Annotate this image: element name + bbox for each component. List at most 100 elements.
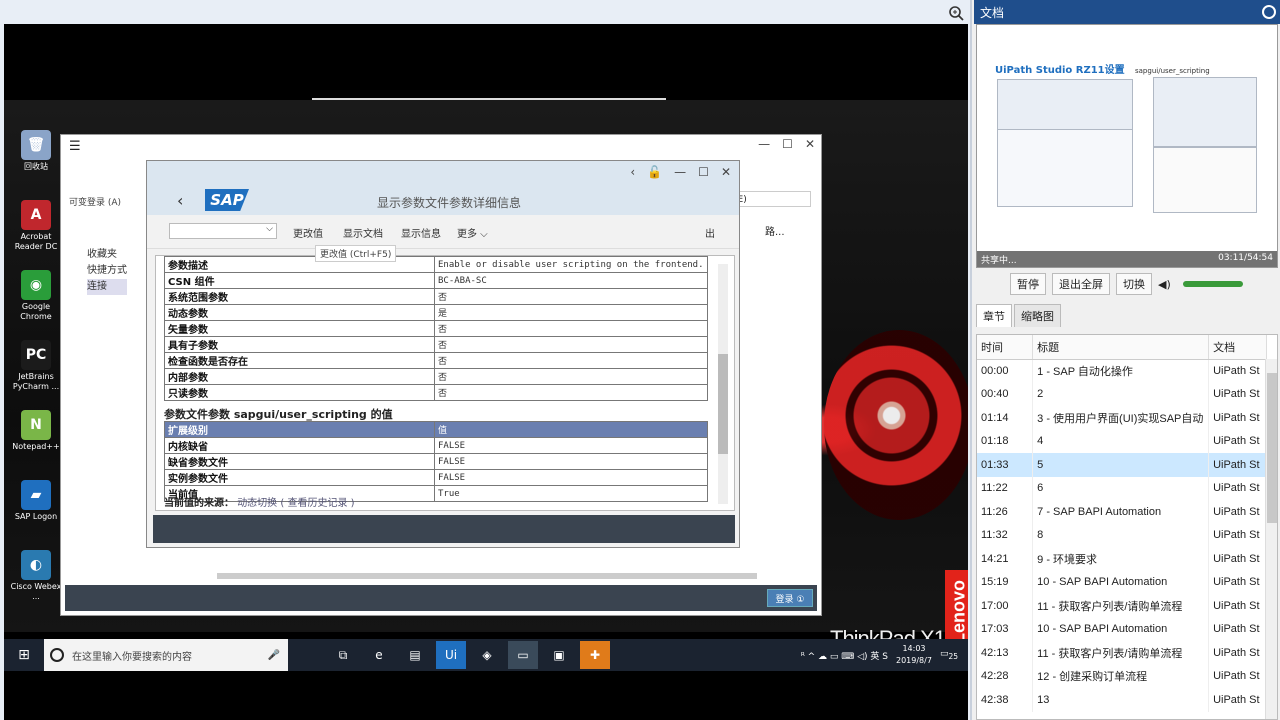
nav-favorites[interactable]: 收藏夹 bbox=[87, 247, 127, 263]
chapter-row[interactable]: 11:22 6 UiPath St bbox=[977, 476, 1267, 500]
table-row[interactable]: CSN 组件 BC-ABA-SC bbox=[164, 272, 708, 289]
preview-screenshot bbox=[997, 129, 1133, 207]
desktop-icon[interactable]: A Acrobat Reader DC bbox=[8, 196, 64, 266]
chapter-title: 9 - 环境要求 bbox=[1032, 547, 1210, 571]
chapter-row[interactable]: 42:13 11 - 获取客户列表/请购单流程 UiPath St bbox=[977, 641, 1267, 665]
table-row[interactable]: 具有子参数否 bbox=[164, 336, 708, 353]
taskbar-app-icon[interactable]: ✚ bbox=[580, 641, 610, 669]
row-value: BC-ABA-SC bbox=[434, 272, 708, 289]
maximize-icon[interactable]: ☐ bbox=[698, 165, 709, 179]
vertical-scrollbar[interactable] bbox=[1265, 359, 1277, 719]
close-icon[interactable]: ✕ bbox=[721, 165, 731, 179]
minimize-icon[interactable]: — bbox=[758, 137, 770, 151]
taskbar-clock[interactable]: 14:03 2019/8/7 bbox=[896, 643, 932, 667]
desktop-icon[interactable]: N Notepad++ bbox=[8, 406, 64, 476]
desktop-icon[interactable]: ◐ Cisco Webex ... bbox=[8, 546, 64, 616]
switch-button[interactable]: 切换 bbox=[1116, 273, 1152, 295]
chapter-document: UiPath St bbox=[1208, 688, 1267, 712]
nav-connections[interactable]: 连接 bbox=[87, 279, 127, 295]
logon-button[interactable]: 登录 ① bbox=[767, 589, 813, 607]
table-row[interactable]: 检查函数是否存在否 bbox=[164, 352, 708, 369]
menu-variable-logon[interactable]: 可变登录 (A) bbox=[69, 195, 121, 208]
display-info-button[interactable]: 显示信息 bbox=[401, 225, 441, 240]
side-panel: 文档 UiPath Studio RZ11设置 sapgui/user_scri… bbox=[974, 0, 1280, 720]
volume-slider[interactable] bbox=[1182, 281, 1243, 287]
command-field[interactable]: ⌵ bbox=[169, 223, 277, 239]
table-row[interactable]: 缺省参数文件 FALSE bbox=[164, 453, 708, 470]
windows-start-icon[interactable]: ⊞ bbox=[4, 647, 44, 663]
table-row[interactable]: 动态参数是 bbox=[164, 304, 708, 321]
chapter-row[interactable]: 42:38 13 UiPath St bbox=[977, 688, 1267, 712]
table-row[interactable]: 只读参数否 bbox=[164, 384, 708, 401]
column-title[interactable]: 标题 bbox=[1032, 335, 1210, 360]
pause-button[interactable]: 暂停 bbox=[1010, 273, 1046, 295]
horizontal-scrollbar[interactable] bbox=[217, 573, 757, 579]
desktop-icon[interactable]: ▰ SAP Logon bbox=[8, 476, 64, 546]
maximize-icon[interactable]: ☐ bbox=[782, 137, 793, 151]
taskbar-app-icon[interactable]: ▭ bbox=[508, 641, 538, 669]
document-header: 文档 bbox=[974, 0, 1280, 24]
more-menu-button[interactable]: 更多 ⌵ bbox=[457, 225, 488, 240]
nav-shortcuts[interactable]: 快捷方式 bbox=[87, 263, 127, 279]
desktop-icon[interactable]: PC JetBrains PyCharm ... bbox=[8, 336, 64, 406]
lock-icon[interactable]: 🔓 bbox=[647, 165, 662, 179]
zoom-icon[interactable] bbox=[1262, 5, 1276, 19]
chapter-row[interactable]: 11:32 8 UiPath St bbox=[977, 523, 1267, 547]
zoom-icon[interactable] bbox=[948, 5, 964, 21]
chapter-row[interactable]: 00:00 1 - SAP 自动化操作 UiPath St bbox=[977, 359, 1267, 383]
volume-icon[interactable]: ◀) bbox=[1158, 278, 1171, 291]
desktop-icon[interactable]: 🗑 回收站 bbox=[8, 126, 64, 196]
scrollbar-thumb[interactable] bbox=[718, 354, 728, 454]
tray-icons[interactable]: ᴿ ^ ☁ ▭ ⌨ ◁) 英 S bbox=[801, 649, 888, 662]
section-title: 参数文件参数 sapgui/user_scripting 的值 bbox=[164, 408, 393, 421]
chapter-row[interactable]: 42:28 12 - 创建采购订单流程 UiPath St bbox=[977, 664, 1267, 688]
chevron-left-icon[interactable]: ‹ bbox=[630, 165, 635, 179]
row-label: CSN 组件 bbox=[164, 272, 435, 289]
taskbar-app-icon[interactable]: ◈ bbox=[472, 641, 502, 669]
close-icon[interactable]: ✕ bbox=[805, 137, 815, 151]
minimize-icon[interactable]: — bbox=[674, 165, 686, 179]
view-history-link[interactable]: ( 查看历史记录 ) bbox=[280, 498, 354, 509]
chapter-row[interactable]: 17:00 11 - 获取客户列表/请购单流程 UiPath St bbox=[977, 594, 1267, 618]
table-row[interactable]: 参数描述 Enable or disable user scripting on … bbox=[164, 256, 708, 273]
taskbar-app-icon[interactable]: ▤ bbox=[400, 641, 430, 669]
chapter-row[interactable]: 11:26 7 - SAP BAPI Automation UiPath St bbox=[977, 500, 1267, 524]
hamburger-icon[interactable]: ☰ bbox=[69, 139, 81, 154]
column-time[interactable]: 时间 bbox=[977, 335, 1034, 360]
chapter-row[interactable]: 01:18 4 UiPath St bbox=[977, 429, 1267, 453]
desktop-icon[interactable]: ◉ Google Chrome bbox=[8, 266, 64, 336]
taskbar-app-icon[interactable]: Ui bbox=[436, 641, 466, 669]
taskbar-app-icon[interactable]: e bbox=[364, 641, 394, 669]
clock-date: 2019/8/7 bbox=[896, 656, 932, 665]
document-preview[interactable]: UiPath Studio RZ11设置 sapgui/user_scripti… bbox=[976, 24, 1278, 268]
table-row[interactable]: 扩展级别值 bbox=[164, 421, 708, 438]
exit-fullscreen-button[interactable]: 退出全屏 bbox=[1052, 273, 1110, 295]
chapter-row[interactable]: 01:33 5 UiPath St bbox=[977, 453, 1267, 477]
microphone-icon[interactable]: 🎤 bbox=[268, 650, 280, 661]
chapter-row[interactable]: 17:03 10 - SAP BAPI Automation UiPath St bbox=[977, 617, 1267, 641]
scrollbar-thumb[interactable] bbox=[1267, 373, 1277, 523]
chapter-row[interactable]: 15:19 10 - SAP BAPI Automation UiPath St bbox=[977, 570, 1267, 594]
wallpaper-swirl bbox=[824, 330, 968, 520]
column-document[interactable]: 文档 bbox=[1208, 335, 1267, 360]
exit-button[interactable]: 出 bbox=[705, 225, 715, 240]
table-row[interactable]: 内核缺省 FALSE bbox=[164, 437, 708, 454]
taskbar-app-icon[interactable]: ⧉ bbox=[328, 641, 358, 669]
back-icon[interactable]: ‹ bbox=[177, 191, 183, 210]
table-row[interactable]: 矢量参数否 bbox=[164, 320, 708, 337]
notification-icon[interactable]: ▭25 bbox=[940, 649, 958, 661]
chapter-row[interactable]: 01:14 3 - 使用用户界面(UI)实现SAP自动 UiPath St bbox=[977, 406, 1267, 430]
taskbar-search[interactable]: 在这里输入你要搜索的内容 🎤 bbox=[44, 639, 288, 671]
display-documentation-button[interactable]: 显示文档 bbox=[343, 225, 383, 240]
vertical-scrollbar[interactable] bbox=[718, 264, 728, 504]
chapter-row[interactable]: 00:40 2 UiPath St bbox=[977, 382, 1267, 406]
chapter-row[interactable]: 14:21 9 - 环境要求 UiPath St bbox=[977, 547, 1267, 571]
table-row[interactable]: 系统范围参数否 bbox=[164, 288, 708, 305]
change-value-button[interactable]: 更改值 bbox=[293, 225, 323, 240]
table-row[interactable]: 内部参数否 bbox=[164, 368, 708, 385]
table-row[interactable]: 实例参数文件 FALSE bbox=[164, 469, 708, 486]
tab-chapters[interactable]: 章节 bbox=[976, 304, 1012, 327]
taskbar-app-icon[interactable]: ▣ bbox=[544, 641, 574, 669]
row-label: 实例参数文件 bbox=[164, 469, 435, 486]
tab-thumbnails[interactable]: 缩略图 bbox=[1014, 304, 1061, 327]
